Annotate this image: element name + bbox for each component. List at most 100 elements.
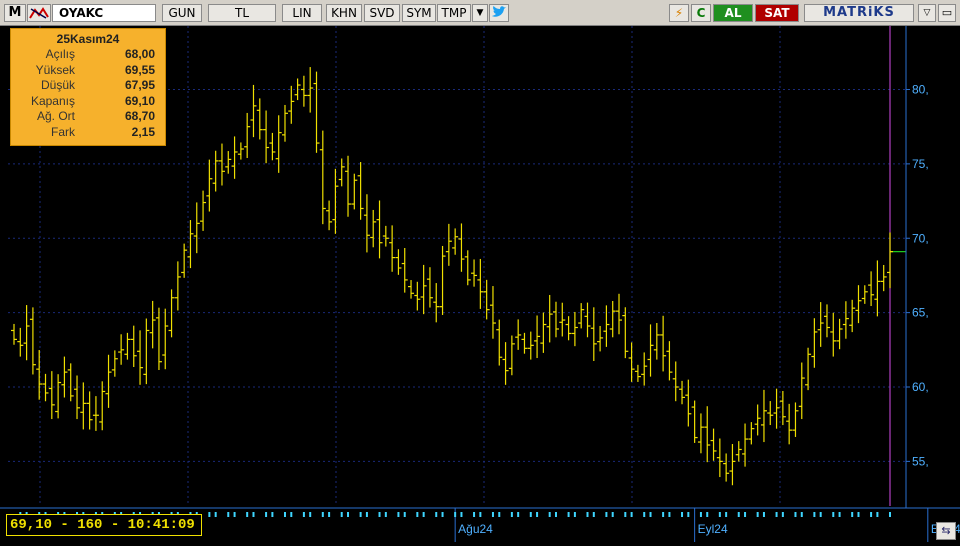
day-tick: [756, 512, 759, 517]
day-tick: [870, 512, 873, 517]
y-tick-label: 75,: [912, 157, 929, 171]
chart-style-icon[interactable]: [27, 4, 51, 22]
dropdown-arrow-icon[interactable]: ▼: [472, 4, 488, 22]
day-tick: [403, 512, 406, 517]
day-tick: [227, 512, 230, 517]
day-tick: [573, 512, 576, 517]
svd-button[interactable]: SVD: [364, 4, 400, 22]
x-tick-label: Eyl24: [698, 522, 728, 536]
day-tick: [491, 512, 494, 517]
day-tick: [328, 512, 331, 517]
day-tick: [718, 512, 721, 517]
ohlc-info-panel: 25Kasım24 Açılış 68,00 Yüksek 69,55 Düşük 6…: [10, 28, 166, 146]
info-row-close: Kapanış 69,10: [30, 93, 155, 108]
day-tick: [309, 512, 312, 517]
day-tick: [479, 512, 482, 517]
day-tick: [781, 512, 784, 517]
day-tick: [252, 512, 255, 517]
info-row-change: Fark 2,15: [51, 124, 155, 139]
y-tick-label: 55,: [912, 454, 929, 468]
day-tick: [681, 512, 684, 517]
period-button[interactable]: GUN: [162, 4, 202, 22]
day-tick: [321, 512, 324, 517]
day-tick: [725, 512, 728, 517]
day-tick: [630, 512, 633, 517]
tmp-button[interactable]: TMP: [437, 4, 471, 22]
khn-button[interactable]: KHN: [326, 4, 362, 22]
day-tick: [876, 512, 879, 517]
day-tick: [794, 512, 797, 517]
menu-button[interactable]: M: [4, 4, 26, 22]
day-tick: [359, 512, 362, 517]
day-tick: [643, 512, 646, 517]
symbol-input[interactable]: OYAKC: [52, 4, 156, 22]
day-tick: [517, 512, 520, 517]
day-tick: [624, 512, 627, 517]
day-tick: [435, 512, 438, 517]
day-tick: [290, 512, 293, 517]
sell-button[interactable]: SAT: [755, 4, 799, 22]
day-tick: [416, 512, 419, 517]
alert-icon[interactable]: ⚡: [669, 4, 689, 22]
day-tick: [510, 512, 513, 517]
info-row-avg: Ağ. Ort 68,70: [36, 109, 155, 123]
day-tick: [365, 512, 368, 517]
info-date: 25Kasım24: [56, 32, 120, 46]
day-tick: [706, 512, 709, 517]
day-tick: [536, 512, 539, 517]
day-tick: [384, 512, 387, 517]
day-tick: [378, 512, 381, 517]
day-tick: [586, 512, 589, 517]
day-tick: [611, 512, 614, 517]
buy-button[interactable]: AL: [713, 4, 753, 22]
day-tick: [838, 512, 841, 517]
day-tick: [762, 512, 765, 517]
toolbar: M OYAKC GUN TL LIN KHN SVD SYM TMP ▼ ⚡ C…: [0, 0, 960, 26]
y-tick-label: 60,: [912, 380, 929, 394]
y-tick-label: 70,: [912, 231, 929, 245]
window-menu-icon[interactable]: ▽: [918, 4, 936, 22]
sym-button[interactable]: SYM: [402, 4, 436, 22]
day-tick: [283, 512, 286, 517]
day-tick: [548, 512, 551, 517]
day-tick: [340, 512, 343, 517]
day-tick: [592, 512, 595, 517]
sync-icon[interactable]: ⇆: [936, 522, 956, 540]
day-tick: [441, 512, 444, 517]
day-tick: [668, 512, 671, 517]
day-tick: [699, 512, 702, 517]
day-tick: [819, 512, 822, 517]
day-tick: [605, 512, 608, 517]
day-tick: [473, 512, 476, 517]
y-tick-label: 80,: [912, 83, 929, 97]
day-tick: [662, 512, 665, 517]
day-tick: [246, 512, 249, 517]
day-tick: [775, 512, 778, 517]
info-row-open: Açılış 68,00: [45, 47, 155, 61]
day-tick: [851, 512, 854, 517]
y-tick-label: 65,: [912, 306, 929, 320]
day-tick: [397, 512, 400, 517]
day-tick: [649, 512, 652, 517]
twitter-icon[interactable]: [489, 4, 509, 22]
day-tick: [265, 512, 268, 517]
day-tick: [302, 512, 305, 517]
day-tick: [347, 512, 350, 517]
close-icon[interactable]: ▭: [938, 4, 956, 22]
currency-button[interactable]: TL: [208, 4, 276, 22]
refresh-button[interactable]: C: [691, 4, 711, 22]
day-tick: [857, 512, 860, 517]
day-tick: [800, 512, 803, 517]
day-tick: [454, 512, 457, 517]
scale-button[interactable]: LIN: [282, 4, 322, 22]
day-tick: [208, 512, 211, 517]
day-tick: [554, 512, 557, 517]
day-tick: [214, 512, 217, 517]
day-tick: [460, 512, 463, 517]
day-tick: [271, 512, 274, 517]
day-tick: [832, 512, 835, 517]
day-tick: [737, 512, 740, 517]
day-tick: [529, 512, 532, 517]
info-row-high: Yüksek 69,55: [35, 62, 155, 77]
info-row-low: Düşük 67,95: [40, 78, 155, 92]
